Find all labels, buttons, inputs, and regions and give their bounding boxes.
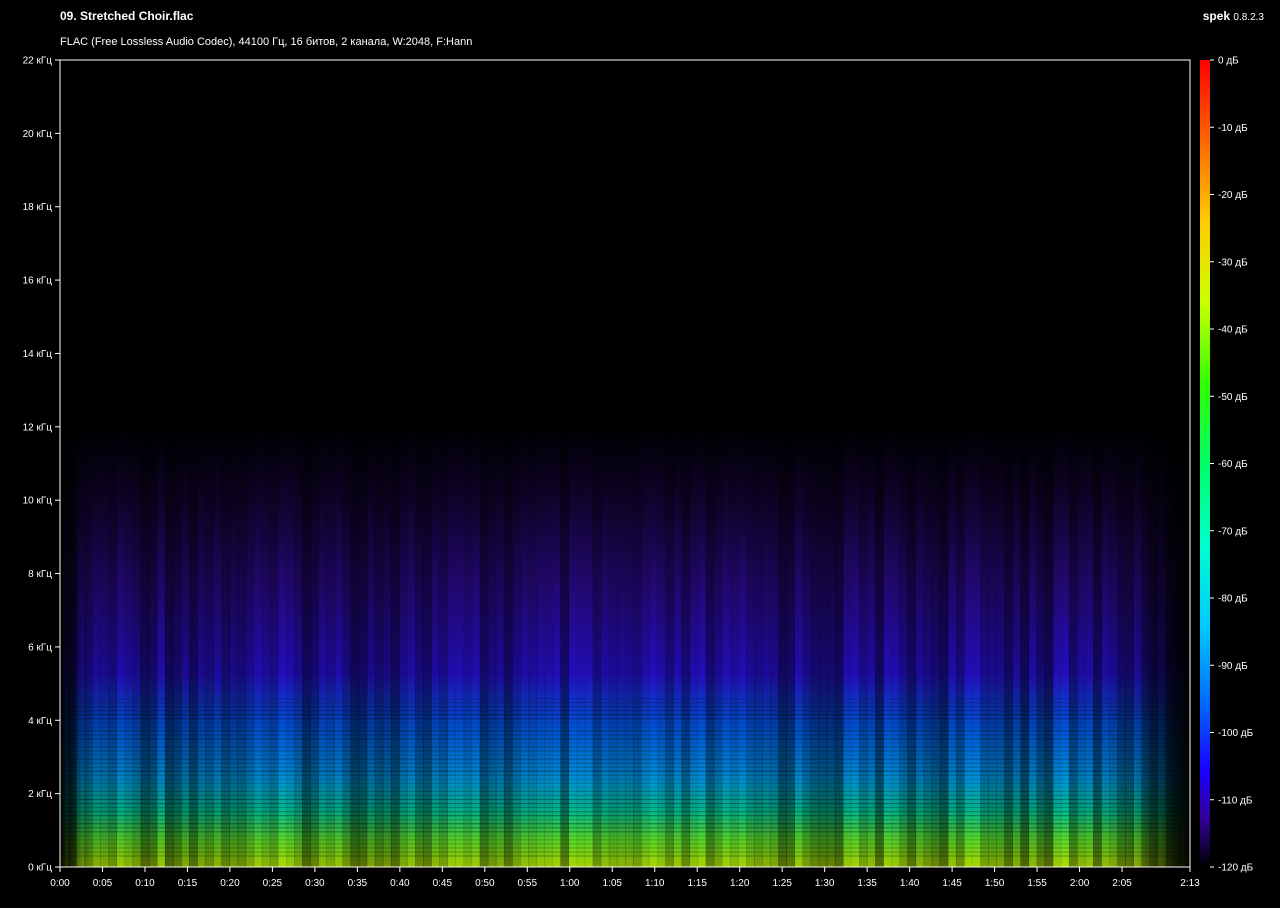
x-tick-label: 0:40 [390,878,410,889]
colorbar-gradient [1200,60,1210,867]
x-tick-label: 2:05 [1112,878,1132,889]
colorbar-tick-label: -10 дБ [1218,123,1248,134]
colorbar-tick-label: -20 дБ [1218,190,1248,201]
y-tick-label: 2 кГц [28,789,52,800]
y-tick-label: 8 кГц [28,569,52,580]
y-tick-label: 22 кГц [23,56,53,67]
db-colorbar: 0 дБ -10 дБ -20 дБ -30 дБ -40 дБ -50 дБ -60 дБ… [1200,56,1254,874]
y-tick-label: 18 кГц [23,202,53,213]
colorbar-tick-label: 0 дБ [1218,56,1239,67]
y-tick-label: 0 кГц [28,863,52,874]
colorbar-tick-label: -80 дБ [1218,594,1248,605]
x-tick-label: 1:00 [560,878,580,889]
y-tick-label: 6 кГц [28,642,52,653]
x-tick-label: 1:20 [730,878,750,889]
colorbar-tick-label: -110 дБ [1218,795,1253,806]
spectrogram-plot-area [59,59,1191,868]
x-tick-label: 1:05 [603,878,623,889]
x-tick-label: 1:25 [772,878,792,889]
colorbar-tick-label: -70 дБ [1218,526,1248,537]
y-tick-label: 12 кГц [23,422,53,433]
colorbar-tick-label: -90 дБ [1218,661,1248,672]
frequency-axis: 0 кГц 2 кГц 4 кГц 6 кГц 8 кГц 10 кГц 12 кГц 14 … [23,56,60,874]
colorbar-tick-label: -30 дБ [1218,257,1248,268]
x-tick-label: 0:00 [50,878,70,889]
x-tick-label: 0:10 [135,878,155,889]
colorbar-tick-label: -50 дБ [1218,392,1248,403]
y-tick-label: 16 кГц [23,276,53,287]
x-tick-label: 1:15 [687,878,707,889]
x-tick-label: 1:30 [815,878,835,889]
x-tick-label: 0:35 [348,878,368,889]
edge-fade [60,60,1190,867]
time-axis: 0:00 0:05 0:10 0:15 0:20 0:25 0:30 0:35 0:40 0:45… [50,867,1200,889]
x-tick-label: 0:05 [93,878,113,889]
x-tick-label: 2:13 [1180,878,1200,889]
x-tick-label: 2:00 [1070,878,1090,889]
x-tick-label: 0:30 [305,878,325,889]
x-tick-label: 0:55 [518,878,538,889]
colorbar-tick-label: -60 дБ [1218,459,1248,470]
x-tick-label: 1:55 [1027,878,1047,889]
y-tick-label: 4 кГц [28,716,52,727]
y-tick-label: 10 кГц [23,496,53,507]
x-tick-label: 0:15 [178,878,198,889]
x-tick-label: 1:10 [645,878,665,889]
x-tick-label: 0:50 [475,878,495,889]
colorbar-tick-label: -40 дБ [1218,325,1248,336]
colorbar-tick-label: -100 дБ [1218,728,1254,739]
x-tick-label: 0:20 [220,878,240,889]
x-tick-label: 1:45 [942,878,962,889]
x-tick-label: 1:50 [985,878,1005,889]
x-tick-label: 0:45 [433,878,453,889]
colorbar-tick-label: -120 дБ [1218,863,1254,874]
x-tick-label: 0:25 [263,878,283,889]
x-tick-label: 1:40 [900,878,920,889]
x-tick-label: 1:35 [857,878,877,889]
y-tick-label: 20 кГц [23,129,53,140]
y-tick-label: 14 кГц [23,349,53,360]
spectrogram-chart: 0:00 0:05 0:10 0:15 0:20 0:25 0:30 0:35 0:40 0:45… [23,56,1254,890]
